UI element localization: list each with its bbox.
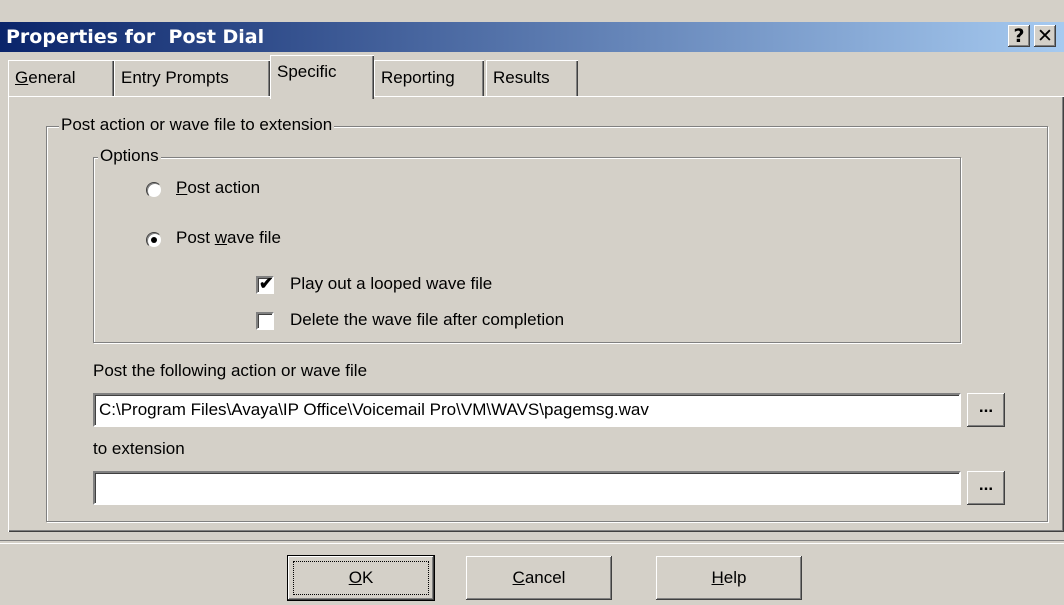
tab-entry-prompts-label: Entry Prompts <box>121 68 229 87</box>
cancel-button[interactable]: Cancel <box>466 556 612 600</box>
action-browse-button[interactable]: ... <box>967 393 1005 427</box>
tab-entry-prompts[interactable]: Entry Prompts <box>114 60 270 96</box>
post-action-group: Post action or wave file to extension Op… <box>46 115 1048 522</box>
tab-general-label: eneral <box>28 68 76 87</box>
radio-selected-dot <box>151 237 157 243</box>
action-wave-input[interactable]: C:\Program Files\Avaya\IP Office\Voicema… <box>93 393 961 427</box>
tab-results-label: Results <box>493 68 550 87</box>
action-field-label: Post the following action or wave file <box>93 361 368 380</box>
tab-general[interactable]: General <box>8 60 114 96</box>
post-action-group-legend: Post action or wave file to extension <box>59 115 335 135</box>
options-group: Options Post action Post wave file ✔ Pla… <box>93 146 961 343</box>
post-action-radio[interactable] <box>146 182 162 198</box>
post-wave-file-label[interactable]: Post wave file <box>176 228 281 248</box>
extension-field-label: to extension <box>93 439 185 458</box>
extension-browse-button[interactable]: ... <box>967 471 1005 505</box>
delete-wave-checkbox[interactable] <box>256 312 274 330</box>
delete-wave-label[interactable]: Delete the wave file after completion <box>290 310 564 330</box>
post-action-label[interactable]: Post action <box>176 178 260 198</box>
window-title: Properties for Post Dial <box>6 26 265 48</box>
tab-specific[interactable]: Specific <box>270 55 374 99</box>
tab-specific-label: Specific <box>277 62 337 81</box>
title-bar[interactable]: Properties for Post Dial ? ✕ <box>0 22 1064 52</box>
ok-button[interactable]: OK <box>288 556 434 600</box>
close-icon[interactable]: ✕ <box>1034 25 1056 47</box>
button-separator <box>0 540 1064 544</box>
properties-dialog: Properties for Post Dial ? ✕ General Ent… <box>0 0 1064 605</box>
loop-wave-label[interactable]: Play out a looped wave file <box>290 274 492 294</box>
options-group-legend: Options <box>98 146 161 166</box>
tab-general-mnemonic: G <box>15 68 29 87</box>
help-button[interactable]: ? <box>1008 25 1030 47</box>
extension-input[interactable] <box>93 471 961 505</box>
focus-rect <box>293 561 429 595</box>
tab-results[interactable]: Results <box>486 60 578 96</box>
checkmark-icon: ✔ <box>259 274 274 293</box>
help-dialog-button[interactable]: Help <box>656 556 802 600</box>
tab-panel: Post action or wave file to extension Op… <box>8 96 1064 532</box>
post-wave-file-radio[interactable] <box>146 232 162 248</box>
loop-wave-checkbox[interactable]: ✔ <box>256 274 274 294</box>
tab-reporting-label: Reporting <box>381 68 455 87</box>
tab-reporting[interactable]: Reporting <box>374 60 484 96</box>
